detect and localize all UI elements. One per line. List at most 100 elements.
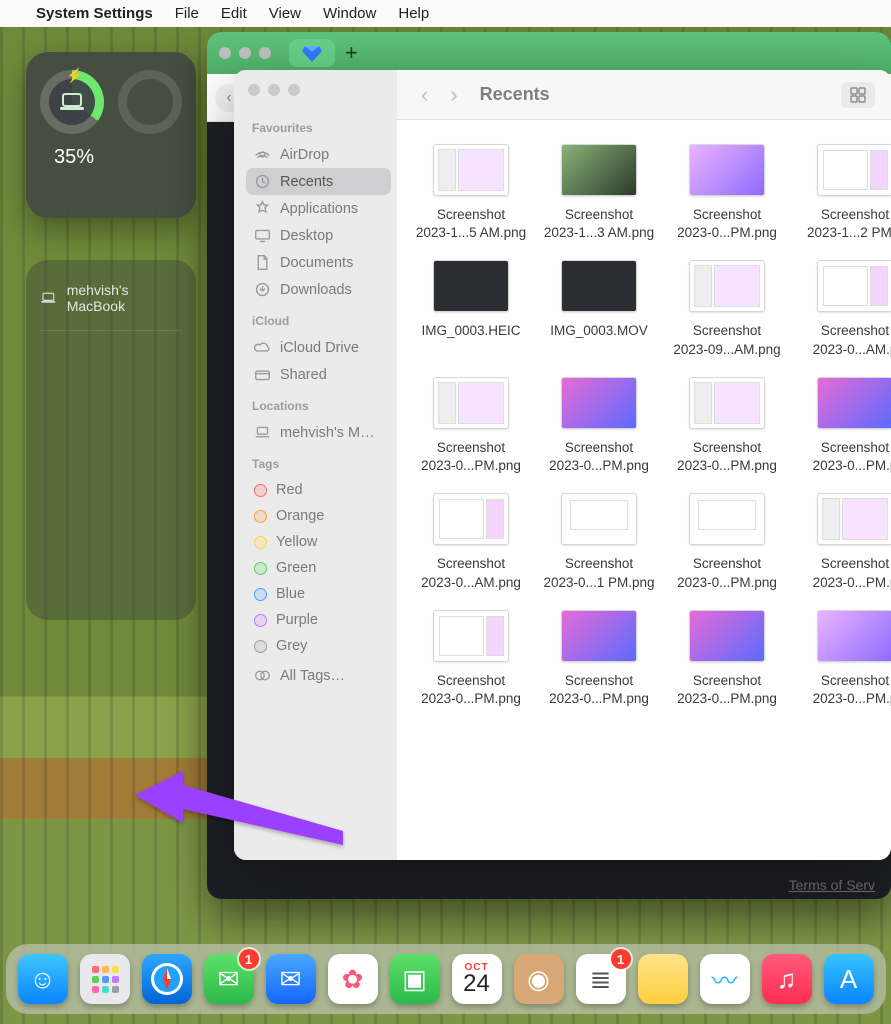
finder-sidebar: Favourites AirDropRecentsApplicationsDes…	[234, 70, 397, 860]
file-item[interactable]: Screenshot2023-0...PM.p	[791, 493, 891, 591]
dock-app-safari[interactable]	[142, 954, 192, 1004]
battery-ring: ⚡	[40, 70, 104, 134]
file-item[interactable]: Screenshot2023-0...PM.png	[407, 377, 535, 475]
file-item[interactable]: Screenshot2023-0...PM.png	[663, 493, 791, 591]
sidebar-favourite-downloads[interactable]: Downloads	[246, 276, 391, 303]
file-name: Screenshot2023-0...PM.png	[677, 439, 777, 475]
dock-app-appstore[interactable]: A	[824, 954, 874, 1004]
finder-toolbar: ‹ › Recents	[397, 70, 891, 120]
file-item[interactable]: Screenshot2023-0...AM.png	[407, 493, 535, 591]
dock-app-facetime[interactable]: ▣	[390, 954, 440, 1004]
traffic-zoom[interactable]	[259, 47, 271, 59]
devices-widget[interactable]: mehvish's MacBook	[26, 260, 196, 620]
file-item[interactable]: Screenshot2023-0...PM.p	[791, 610, 891, 708]
finder-file-grid[interactable]: Screenshot2023-1...5 AM.pngScreenshot202…	[397, 120, 891, 860]
laptop-icon	[40, 291, 57, 305]
file-name: IMG_0003.HEIC	[421, 322, 520, 340]
charging-bolt-icon: ⚡	[66, 67, 83, 84]
finder-window[interactable]: Favourites AirDropRecentsApplicationsDes…	[234, 70, 891, 860]
file-name: Screenshot2023-0...1 PM.png	[543, 555, 654, 591]
sidebar-favourite-applications[interactable]: Applications	[246, 195, 391, 222]
back-button[interactable]: ‹	[413, 82, 436, 108]
traffic-zoom[interactable]	[288, 84, 300, 96]
sidebar-tag-blue[interactable]: Blue	[246, 581, 391, 607]
grid-icon	[850, 87, 866, 103]
dock-app-photos[interactable]: ✿	[328, 954, 378, 1004]
file-item[interactable]: Screenshot2023-0...1 PM.png	[535, 493, 663, 591]
sidebar-location-mehvish-s-m-[interactable]: mehvish's M…	[246, 419, 391, 446]
forward-button[interactable]: ›	[442, 82, 465, 108]
dock-app-messages[interactable]: ✉1	[204, 954, 254, 1004]
menubar-app-name[interactable]: System Settings	[36, 5, 153, 22]
file-item[interactable]: Screenshot2023-09...AM.png	[663, 260, 791, 358]
file-name: Screenshot2023-1...3 AM.png	[544, 206, 654, 242]
tag-dot-icon	[254, 588, 267, 601]
background-window-tabstrip: +	[207, 32, 891, 74]
file-name: Screenshot2023-0...PM.png	[549, 672, 649, 708]
file-item[interactable]: Screenshot2023-0...PM.png	[535, 610, 663, 708]
sidebar-tag-grey[interactable]: Grey	[246, 633, 391, 659]
sidebar-all-tags[interactable]: All Tags…	[246, 662, 391, 689]
battery-percent: 35%	[26, 140, 196, 169]
menubar-item-file[interactable]: File	[175, 5, 199, 22]
file-name: Screenshot2023-0...PM.png	[549, 439, 649, 475]
file-item[interactable]: Screenshot2023-1...2 PM.p	[791, 144, 891, 242]
file-item[interactable]: Screenshot2023-0...PM.p	[791, 377, 891, 475]
dock-app-freeform[interactable]: 〰	[700, 954, 750, 1004]
dock-app-contacts[interactable]: ◉	[514, 954, 564, 1004]
file-item[interactable]: Screenshot2023-1...5 AM.png	[407, 144, 535, 242]
sidebar-favourite-recents[interactable]: Recents	[246, 168, 391, 195]
menubar-item-window[interactable]: Window	[323, 5, 376, 22]
file-item[interactable]: Screenshot2023-0...PM.png	[663, 377, 791, 475]
file-name: Screenshot2023-0...PM.png	[421, 672, 521, 708]
sidebar-tag-orange[interactable]: Orange	[246, 503, 391, 529]
active-tab[interactable]	[289, 39, 335, 67]
menubar-item-view[interactable]: View	[269, 5, 301, 22]
file-item[interactable]: Screenshot2023-0...PM.png	[663, 610, 791, 708]
dock-app-mail[interactable]: ✉	[266, 954, 316, 1004]
gem-icon	[302, 44, 322, 62]
file-name: IMG_0003.MOV	[550, 322, 648, 340]
file-item[interactable]: Screenshot2023-0...PM.png	[535, 377, 663, 475]
tag-dot-icon	[254, 484, 267, 497]
sidebar-favourite-desktop[interactable]: Desktop	[246, 222, 391, 249]
dock-app-notes[interactable]	[638, 954, 688, 1004]
new-tab-button[interactable]: +	[345, 40, 358, 66]
dock-app-finder[interactable]: ☺	[18, 954, 68, 1004]
file-item[interactable]: Screenshot2023-0...PM.png	[407, 610, 535, 708]
file-name: Screenshot2023-0...PM.png	[421, 439, 521, 475]
file-item[interactable]: Screenshot2023-0...AM.p	[791, 260, 891, 358]
laptop-icon	[58, 91, 86, 113]
dock-app-reminders[interactable]: ≣1	[576, 954, 626, 1004]
file-name: Screenshot2023-0...PM.p	[813, 672, 891, 708]
terms-link[interactable]: Terms of Serv	[789, 877, 875, 893]
sidebar-icloud-shared[interactable]: Shared	[246, 361, 391, 388]
icon-view-button[interactable]	[841, 82, 875, 108]
dock-app-calendar[interactable]: OCT24	[452, 954, 502, 1004]
menubar-item-help[interactable]: Help	[398, 5, 429, 22]
sidebar-tag-purple[interactable]: Purple	[246, 607, 391, 633]
file-item[interactable]: Screenshot2023-1...3 AM.png	[535, 144, 663, 242]
sidebar-favourite-documents[interactable]: Documents	[246, 249, 391, 276]
sidebar-icloud-icloud-drive[interactable]: iCloud Drive	[246, 334, 391, 361]
dock-app-music[interactable]: ♫	[762, 954, 812, 1004]
sidebar-favourite-airdrop[interactable]: AirDrop	[246, 141, 391, 168]
launchpad-icon	[88, 962, 122, 996]
sidebar-tag-green[interactable]: Green	[246, 555, 391, 581]
traffic-minimize[interactable]	[239, 47, 251, 59]
file-name: Screenshot2023-0...AM.p	[813, 322, 891, 358]
sidebar-tag-yellow[interactable]: Yellow	[246, 529, 391, 555]
section-favourites: Favourites	[252, 121, 391, 135]
file-item[interactable]: Screenshot2023-0...PM.png	[663, 144, 791, 242]
traffic-close[interactable]	[248, 84, 260, 96]
traffic-minimize[interactable]	[268, 84, 280, 96]
traffic-close[interactable]	[219, 47, 231, 59]
sidebar-tag-red[interactable]: Red	[246, 477, 391, 503]
file-item[interactable]: IMG_0003.HEIC	[407, 260, 535, 358]
file-item[interactable]: IMG_0003.MOV	[535, 260, 663, 358]
dock-app-launchpad[interactable]	[80, 954, 130, 1004]
file-name: Screenshot2023-0...PM.png	[677, 206, 777, 242]
tag-dot-icon	[254, 536, 267, 549]
battery-widget[interactable]: ⚡ 35%	[26, 52, 196, 218]
menubar-item-edit[interactable]: Edit	[221, 5, 247, 22]
